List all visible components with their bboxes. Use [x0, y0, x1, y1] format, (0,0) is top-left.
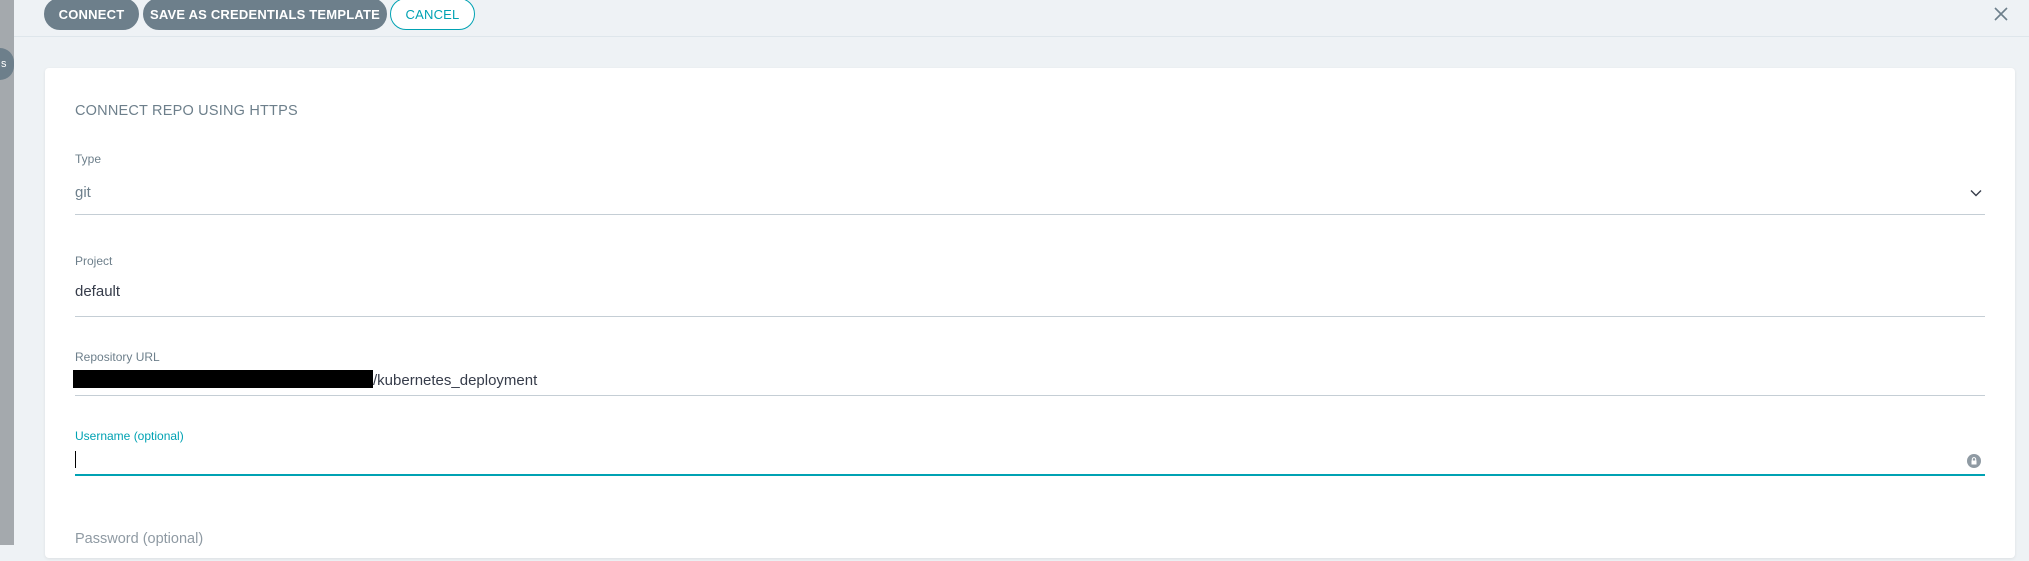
- username-underline: [75, 474, 1985, 476]
- type-label: Type: [75, 152, 102, 166]
- project-underline: [75, 316, 1985, 317]
- chevron-down-icon[interactable]: [1969, 186, 1983, 200]
- repository-url-underline: [75, 395, 1985, 396]
- type-select[interactable]: Type git: [75, 152, 1985, 215]
- password-field[interactable]: Password (optional): [75, 531, 1985, 561]
- save-as-credentials-template-button[interactable]: SAVE AS CREDENTIALS TEMPLATE: [143, 0, 387, 30]
- redacted-url-block: [73, 370, 373, 388]
- repository-url-value: /kubernetes_deployment: [73, 370, 538, 389]
- form-title: CONNECT REPO USING HTTPS: [75, 103, 298, 119]
- project-value: default: [75, 283, 121, 300]
- cancel-button[interactable]: CANCEL: [390, 0, 475, 30]
- username-field[interactable]: Username (optional): [75, 429, 1985, 484]
- sidebar-collapse-tab[interactable]: s: [0, 48, 14, 80]
- type-underline: [75, 214, 1985, 215]
- connect-button[interactable]: CONNECT: [44, 0, 139, 30]
- repository-url-suffix: /kubernetes_deployment: [373, 372, 538, 389]
- repository-url-field[interactable]: Repository URL /kubernetes_deployment: [73, 350, 1985, 405]
- connect-repo-card: CONNECT REPO USING HTTPS Type git Projec…: [45, 68, 2015, 558]
- left-sidebar-strip: s: [0, 0, 14, 545]
- lock-icon: [1967, 454, 1981, 468]
- sidebar-tab-glyph: s: [1, 58, 7, 70]
- username-label: Username (optional): [75, 429, 184, 443]
- close-icon[interactable]: [1989, 2, 2013, 26]
- type-value: git: [75, 184, 91, 201]
- text-caret: [75, 451, 76, 468]
- project-label: Project: [75, 254, 113, 268]
- project-field[interactable]: Project default: [75, 254, 1985, 317]
- sliding-panel: CONNECT SAVE AS CREDENTIALS TEMPLATE CAN…: [14, 0, 2029, 558]
- panel-toolbar: CONNECT SAVE AS CREDENTIALS TEMPLATE CAN…: [14, 0, 2029, 37]
- repository-url-label: Repository URL: [75, 350, 160, 364]
